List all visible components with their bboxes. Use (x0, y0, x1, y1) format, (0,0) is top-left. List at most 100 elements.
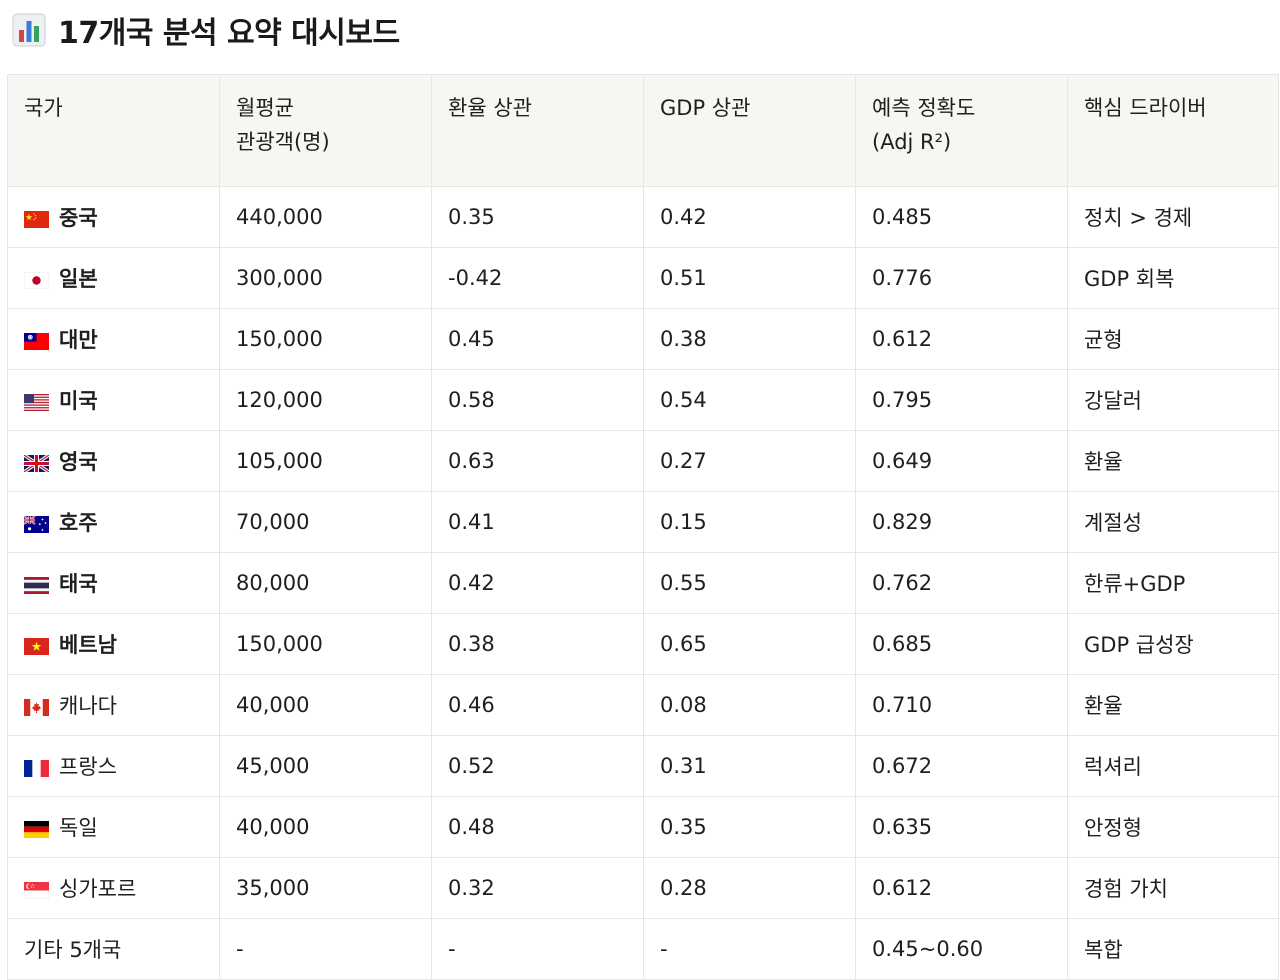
cell-fx-correlation: - (431, 918, 644, 980)
bar-chart-icon (12, 13, 46, 47)
cell-gdp-correlation: 0.65 (643, 613, 856, 675)
canada-flag-icon (24, 697, 49, 716)
cell-key-driver: 한류+GDP (1067, 552, 1279, 614)
cell-adj-r2: 0.776 (855, 247, 1068, 309)
vietnam-flag-icon (24, 636, 49, 655)
cell-key-driver: 안정형 (1067, 796, 1279, 858)
cell-gdp-correlation: 0.31 (643, 735, 856, 797)
cell-fx-correlation: 0.45 (431, 308, 644, 370)
cell-gdp-correlation: 0.15 (643, 491, 856, 553)
cell-fx-correlation: -0.42 (431, 247, 644, 309)
cell-adj-r2: 0.612 (855, 857, 1068, 919)
cell-adj-r2: 0.485 (855, 186, 1068, 248)
cell-gdp-correlation: 0.35 (643, 796, 856, 858)
cell-gdp-correlation: 0.27 (643, 430, 856, 492)
cell-gdp-correlation: 0.38 (643, 308, 856, 370)
cell-adj-r2: 0.710 (855, 674, 1068, 736)
table-row: 싱가포르 35,000 0.32 0.28 0.612 경험 가치 (7, 857, 1279, 919)
cell-country: 미국 (7, 369, 220, 431)
cell-adj-r2: 0.612 (855, 308, 1068, 370)
country-name: 일본 (59, 267, 98, 291)
cell-monthly-visitors: 40,000 (219, 674, 432, 736)
cell-gdp-correlation: 0.28 (643, 857, 856, 919)
cell-monthly-visitors: 120,000 (219, 369, 432, 431)
cell-adj-r2: 0.672 (855, 735, 1068, 797)
header-key-driver: 핵심 드라이버 (1067, 74, 1279, 187)
cell-fx-correlation: 0.41 (431, 491, 644, 553)
cell-country: 싱가포르 (7, 857, 220, 919)
table-row: 태국 80,000 0.42 0.55 0.762 한류+GDP (7, 552, 1279, 614)
cell-gdp-correlation: 0.54 (643, 369, 856, 431)
table-row: 호주 70,000 0.41 0.15 0.829 계절성 (7, 491, 1279, 553)
cell-fx-correlation: 0.35 (431, 186, 644, 248)
cell-adj-r2: 0.829 (855, 491, 1068, 553)
cell-monthly-visitors: 70,000 (219, 491, 432, 553)
cell-fx-correlation: 0.32 (431, 857, 644, 919)
cell-country: 일본 (7, 247, 220, 309)
table-row: 중국 440,000 0.35 0.42 0.485 정치 > 경제 (7, 186, 1279, 248)
china-flag-icon (24, 209, 49, 228)
cell-monthly-visitors: 440,000 (219, 186, 432, 248)
cell-gdp-correlation: 0.08 (643, 674, 856, 736)
cell-country: 기타 5개국 (7, 918, 220, 980)
cell-fx-correlation: 0.42 (431, 552, 644, 614)
cell-monthly-visitors: 80,000 (219, 552, 432, 614)
cell-fx-correlation: 0.52 (431, 735, 644, 797)
australia-flag-icon (23, 514, 49, 533)
japan-flag-icon (23, 270, 50, 289)
cell-gdp-correlation: 0.51 (643, 247, 856, 309)
country-name: 프랑스 (59, 755, 117, 779)
table-row: 미국 120,000 0.58 0.54 0.795 강달러 (7, 369, 1279, 431)
france-flag-icon (24, 758, 49, 777)
cell-adj-r2: 0.649 (855, 430, 1068, 492)
country-name: 싱가포르 (59, 877, 137, 901)
cell-adj-r2: 0.762 (855, 552, 1068, 614)
cell-fx-correlation: 0.63 (431, 430, 644, 492)
table-row: 캐나다 40,000 0.46 0.08 0.710 환율 (7, 674, 1279, 736)
cell-key-driver: GDP 급성장 (1067, 613, 1279, 675)
cell-key-driver: 환율 (1067, 430, 1279, 492)
cell-country: 독일 (7, 796, 220, 858)
header-fx-correlation: 환율 상관 (431, 74, 644, 187)
usa-flag-icon (24, 392, 49, 411)
cell-country: 중국 (7, 186, 220, 248)
cell-fx-correlation: 0.48 (431, 796, 644, 858)
table-row: 기타 5개국 - - -0.45~0.60 복합 (7, 918, 1279, 980)
table-row: 영국 105,000 0.63 0.27 0.649 환율 (7, 430, 1279, 492)
cell-adj-r2: 0.795 (855, 369, 1068, 431)
cell-key-driver: 정치 > 경제 (1067, 186, 1279, 248)
cell-monthly-visitors: 105,000 (219, 430, 432, 492)
cell-adj-r2: 0.45~0.60 (855, 918, 1068, 980)
cell-key-driver: 균형 (1067, 308, 1279, 370)
cell-country: 호주 (7, 491, 220, 553)
cell-key-driver: 경험 가치 (1067, 857, 1279, 919)
cell-monthly-visitors: 35,000 (219, 857, 432, 919)
table-row: 독일 40,000 0.48 0.35 0.635 안정형 (7, 796, 1279, 858)
header-country: 국가 (7, 74, 220, 187)
cell-adj-r2: 0.685 (855, 613, 1068, 675)
cell-adj-r2: 0.635 (855, 796, 1068, 858)
header-prediction-accuracy: 예측 정확도 (Adj R²) (855, 74, 1068, 187)
cell-key-driver: 럭셔리 (1067, 735, 1279, 797)
cell-fx-correlation: 0.46 (431, 674, 644, 736)
country-name: 태국 (59, 572, 98, 596)
cell-fx-correlation: 0.38 (431, 613, 644, 675)
cell-fx-correlation: 0.58 (431, 369, 644, 431)
cell-country: 태국 (7, 552, 220, 614)
table-row: 일본 300,000 -0.42 0.51 0.776 GDP 회복 (7, 247, 1279, 309)
taiwan-flag-icon (24, 331, 49, 350)
germany-flag-icon (24, 819, 49, 838)
cell-monthly-visitors: 40,000 (219, 796, 432, 858)
cell-monthly-visitors: 45,000 (219, 735, 432, 797)
cell-country: 대만 (7, 308, 220, 370)
header-monthly-visitors: 월평균 관광객(명) (219, 74, 432, 187)
cell-gdp-correlation: 0.55 (643, 552, 856, 614)
table-row: 대만 150,000 0.45 0.38 0.612 균형 (7, 308, 1279, 370)
cell-gdp-correlation: - (643, 918, 856, 980)
summary-table-container: 국가 월평균 관광객(명) 환율 상관 GDP 상관 예측 정확도 (Adj R²)… (7, 74, 1279, 980)
thailand-flag-icon (24, 575, 49, 594)
page-title: 17개국 분석 요약 대시보드 (12, 8, 400, 52)
header-gdp-correlation: GDP 상관 (643, 74, 856, 187)
cell-monthly-visitors: - (219, 918, 432, 980)
cell-country: 영국 (7, 430, 220, 492)
